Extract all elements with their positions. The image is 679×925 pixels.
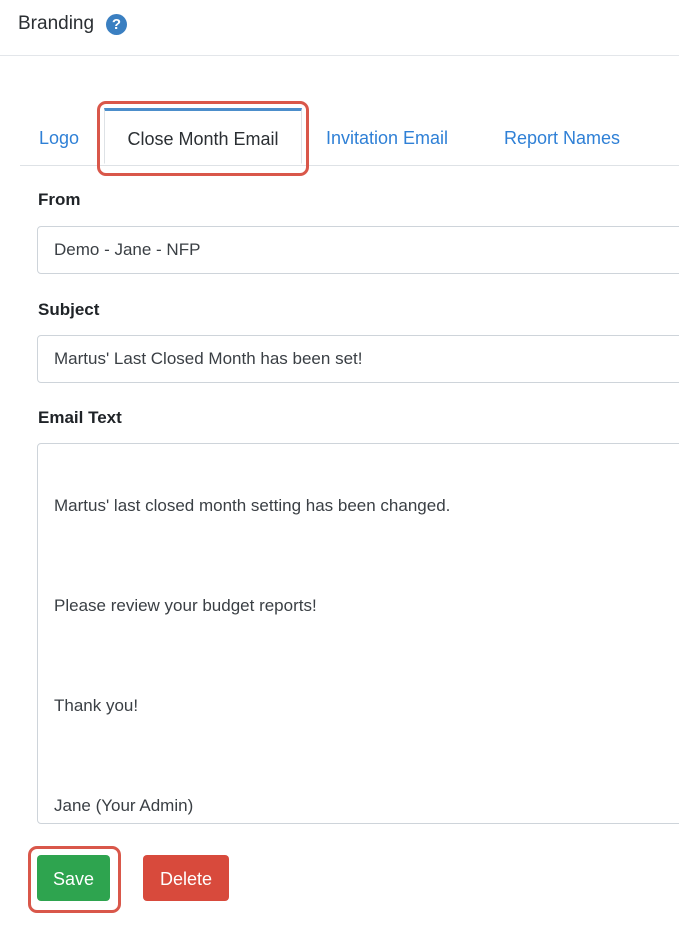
delete-button[interactable]: Delete [143,855,229,901]
subject-field[interactable] [37,335,679,383]
help-icon[interactable]: ? [106,14,127,35]
email-text-line: Please review your budget reports! [54,596,317,615]
page-title: Branding [18,13,95,34]
page-header: Branding ? [0,0,679,56]
from-label: From [38,190,81,209]
tab-logo[interactable]: Logo [39,110,79,165]
email-text-area[interactable]: Martus' last closed month setting has be… [37,443,679,824]
email-text-label: Email Text [38,408,122,427]
branding-page: Branding ? Logo Close Month Email Invita… [0,0,679,925]
email-text-line: Thank you! [54,696,139,715]
save-button[interactable]: Save [37,855,110,901]
tab-report-names[interactable]: Report Names [504,110,620,165]
email-text-line: Martus' last closed month setting has be… [54,496,451,515]
email-text-line: Jane (Your Admin) [54,796,194,815]
tab-close-month-email[interactable]: Close Month Email [104,108,302,164]
from-field[interactable] [37,226,679,274]
subject-label: Subject [38,300,100,319]
tab-bar: Logo Close Month Email Invitation Email … [20,108,679,166]
tab-invitation-email[interactable]: Invitation Email [326,110,448,165]
